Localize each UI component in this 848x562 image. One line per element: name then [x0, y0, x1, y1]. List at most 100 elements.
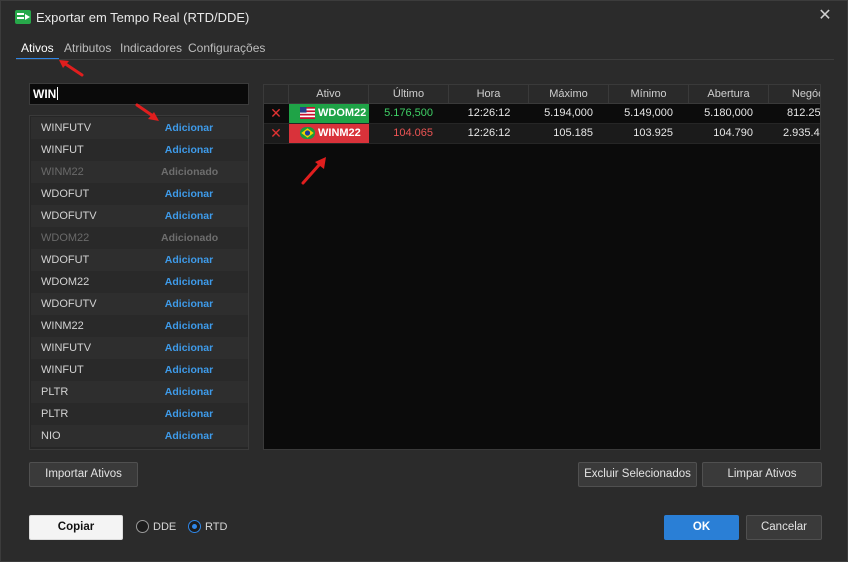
asset-search-results[interactable]: WINFUTV Adicionar WINFUT Adicionar WINM22 Adi…	[29, 115, 249, 450]
ultimo-cell: 104.065	[393, 127, 433, 139]
annotation-arrow-icon	[59, 60, 84, 77]
list-item-symbol: WDOFUT	[41, 254, 90, 266]
negocios-cell: 812.25	[787, 107, 821, 119]
grid-header-remove	[264, 85, 289, 104]
list-item-symbol: WINFUTV	[41, 122, 92, 134]
ok-button[interactable]: OK	[664, 515, 739, 540]
negocios-cell: 2.935.4	[783, 127, 820, 139]
grid-row[interactable]: ✕ WINM22 104.065 12:26:12 105.185 103.92…	[264, 124, 820, 144]
text-caret	[57, 87, 59, 100]
list-item-symbol: WINM22	[41, 166, 84, 178]
hora-cell: 12:26:12	[467, 127, 511, 139]
list-item[interactable]: WINFUTV Adicionar	[31, 337, 248, 359]
list-item-symbol: WINM22	[41, 320, 84, 332]
export-app-icon	[15, 10, 31, 24]
remove-row-icon[interactable]: ✕	[269, 126, 283, 140]
add-asset-link[interactable]: Adicionar	[161, 276, 217, 288]
list-item-symbol: WINFUT	[41, 144, 84, 156]
abertura-cell: 104.790	[713, 127, 753, 139]
clear-assets-button[interactable]: Limpar Ativos	[702, 462, 822, 487]
grid-header-ativo[interactable]: Ativo	[289, 85, 369, 104]
grid-row[interactable]: ✕ WDOM22 5.176,500 12:26:12 5.194,000 5.…	[264, 104, 821, 124]
window-title: Exportar em Tempo Real (RTD/DDE)	[36, 10, 250, 25]
added-label: Adicionado	[161, 166, 219, 178]
annotation-arrow-icon	[301, 157, 326, 185]
list-item[interactable]: WINFUT Adicionar	[31, 359, 248, 381]
asset-symbol: WINM22	[318, 127, 361, 139]
list-item-symbol: WDOFUTV	[41, 298, 97, 310]
tab-divider	[16, 59, 834, 60]
asset-cell: WINM22	[289, 124, 369, 143]
list-item-symbol: WDOFUT	[41, 188, 90, 200]
close-icon[interactable]: ✕	[816, 7, 834, 25]
list-item[interactable]: WDOFUT Adicionar	[31, 249, 248, 271]
add-asset-link[interactable]: Adicionar	[161, 364, 217, 376]
rtd-radio[interactable]	[188, 520, 201, 533]
list-item-symbol: PLTR	[41, 408, 69, 420]
add-asset-link[interactable]: Adicionar	[161, 122, 217, 134]
delete-selected-button[interactable]: Excluir Selecionados	[578, 462, 697, 487]
rtd-radio-label[interactable]: RTD	[205, 521, 227, 533]
list-item[interactable]: PLTR Adicionar	[31, 381, 248, 403]
list-item[interactable]: WINM22 Adicionado	[31, 161, 248, 183]
add-asset-link[interactable]: Adicionar	[161, 298, 217, 310]
list-item-symbol: WINFUT	[41, 364, 84, 376]
add-asset-link[interactable]: Adicionar	[161, 254, 217, 266]
add-asset-link[interactable]: Adicionar	[161, 210, 217, 222]
grid-header-abertura[interactable]: Abertura	[689, 85, 769, 104]
add-asset-link[interactable]: Adicionar	[161, 342, 217, 354]
asset-cell: WDOM22	[289, 104, 369, 123]
rtd-assets-grid[interactable]: Ativo Último Hora Máximo Mínimo Abertura…	[263, 84, 821, 450]
maximo-cell: 105.185	[553, 127, 593, 139]
dde-radio[interactable]	[136, 520, 149, 533]
add-asset-link[interactable]: Adicionar	[161, 188, 217, 200]
brazil-flag-icon	[300, 127, 315, 139]
list-item-symbol: WINFUTV	[41, 342, 92, 354]
list-item[interactable]: WDOM22 Adicionar	[31, 271, 248, 293]
list-item[interactable]: WDOFUTV Adicionar	[31, 293, 248, 315]
list-item[interactable]: NIO Adicionar	[31, 425, 248, 447]
list-item-symbol: WDOFUTV	[41, 210, 97, 222]
added-label: Adicionado	[161, 232, 219, 244]
search-value: WIN	[33, 87, 57, 101]
add-asset-link[interactable]: Adicionar	[161, 430, 217, 442]
hora-cell: 12:26:12	[467, 107, 511, 119]
grid-header: Ativo Último Hora Máximo Mínimo Abertura…	[264, 85, 820, 104]
add-asset-link[interactable]: Adicionar	[161, 408, 217, 420]
annotation-arrow-icon	[135, 103, 159, 121]
list-item[interactable]: WDOFUTV Adicionar	[31, 205, 248, 227]
grid-header-ultimo[interactable]: Último	[369, 85, 449, 104]
list-item-symbol: WDOM22	[41, 276, 90, 288]
minimo-cell: 5.149,000	[624, 107, 673, 119]
abertura-cell: 5.180,000	[704, 107, 753, 119]
list-item[interactable]: WINM22 Adicionar	[31, 315, 248, 337]
tab-configuracoes[interactable]: Configurações	[188, 41, 265, 60]
minimo-cell: 103.925	[633, 127, 673, 139]
ultimo-cell: 5.176,500	[384, 107, 433, 119]
grid-header-negocios[interactable]: Negóci	[769, 85, 820, 104]
list-item-symbol: WDOM22	[41, 232, 90, 244]
us-flag-icon	[300, 107, 315, 119]
list-item[interactable]: WDOFUT Adicionar	[31, 183, 248, 205]
title-bar: Exportar em Tempo Real (RTD/DDE) ✕	[1, 1, 847, 33]
asset-symbol: WDOM22	[318, 107, 367, 119]
cancel-button[interactable]: Cancelar	[746, 515, 822, 540]
list-item[interactable]: PLTR Adicionar	[31, 403, 248, 425]
dde-radio-label[interactable]: DDE	[153, 521, 176, 533]
import-assets-button[interactable]: Importar Ativos	[29, 462, 138, 487]
dialog-window: Exportar em Tempo Real (RTD/DDE) ✕ Ativo…	[0, 0, 848, 562]
list-item[interactable]: WINFUT Adicionar	[31, 139, 248, 161]
grid-header-maximo[interactable]: Máximo	[529, 85, 609, 104]
maximo-cell: 5.194,000	[544, 107, 593, 119]
grid-header-hora[interactable]: Hora	[449, 85, 529, 104]
tab-indicadores[interactable]: Indicadores	[120, 41, 182, 60]
copy-button[interactable]: Copiar	[29, 515, 123, 540]
add-asset-link[interactable]: Adicionar	[161, 320, 217, 332]
list-item-symbol: PLTR	[41, 386, 69, 398]
add-asset-link[interactable]: Adicionar	[161, 386, 217, 398]
add-asset-link[interactable]: Adicionar	[161, 144, 217, 156]
grid-header-minimo[interactable]: Mínimo	[609, 85, 689, 104]
list-item[interactable]: WDOM22 Adicionado	[31, 227, 248, 249]
list-item-symbol: NIO	[41, 430, 61, 442]
remove-row-icon[interactable]: ✕	[269, 106, 283, 120]
